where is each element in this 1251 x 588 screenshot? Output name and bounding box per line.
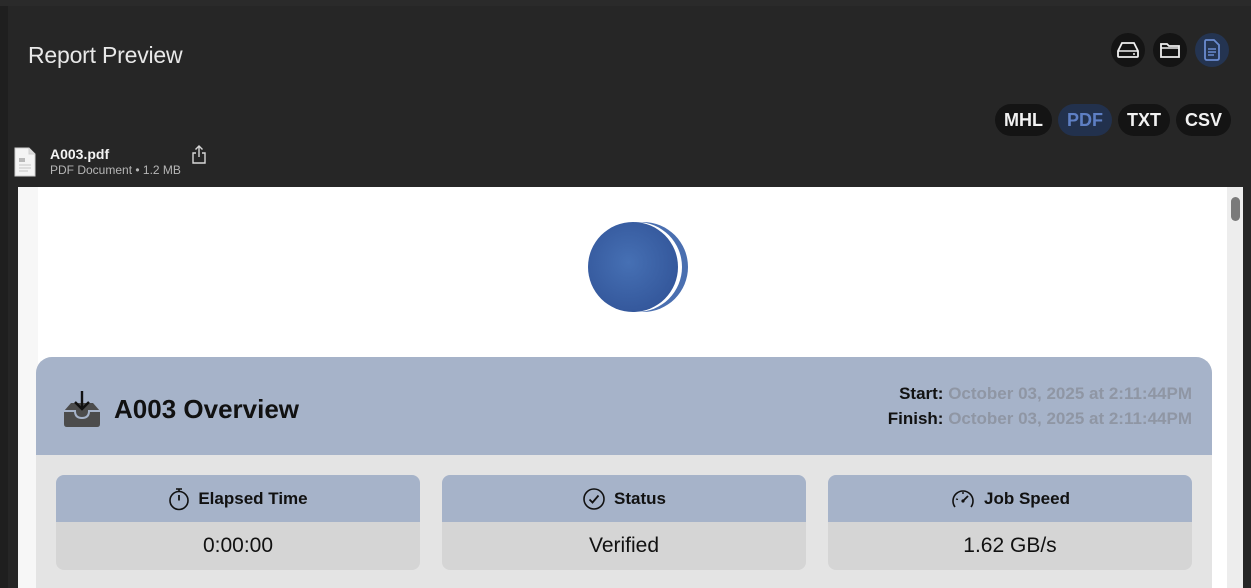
share-icon[interactable] <box>191 145 207 165</box>
file-name: A003.pdf <box>50 146 110 162</box>
job-speed-value: 1.62 GB/s <box>828 522 1192 570</box>
checkmark-circle-icon <box>583 487 605 510</box>
page-margin <box>18 187 38 588</box>
start-label: Start: <box>899 384 944 403</box>
document-view-button[interactable] <box>1195 33 1229 67</box>
job-speed-stat: Job Speed 1.62 GB/s <box>828 475 1192 570</box>
format-csv-button[interactable]: CSV <box>1175 104 1231 136</box>
status-value: Verified <box>442 522 806 570</box>
scrollbar-thumb[interactable] <box>1231 197 1240 221</box>
finish-value: October 03, 2025 at 2:11:44PM <box>948 409 1192 428</box>
document-icon <box>1204 39 1220 61</box>
folder-view-button[interactable] <box>1153 33 1187 67</box>
job-speed-label: Job Speed <box>984 488 1070 508</box>
format-selector: MHL PDF TXT CSV <box>994 104 1231 136</box>
format-txt-button[interactable]: TXT <box>1117 104 1170 136</box>
stats-row: Elapsed Time 0:00:00 Status Verified Job… <box>56 475 1192 570</box>
timestamps: Start: October 03, 2025 at 2:11:44PM Fin… <box>888 381 1192 431</box>
window-title: Report Preview <box>28 42 183 68</box>
overview-header: A003 Overview Start: October 03, 2025 at… <box>36 357 1212 455</box>
overview-title: A003 Overview <box>114 394 300 424</box>
drive-icon <box>1117 42 1139 58</box>
file-info: A003.pdf PDF Document • 1.2 MB <box>14 142 207 182</box>
view-button-group <box>1111 33 1229 67</box>
file-meta: PDF Document • 1.2 MB <box>50 163 181 177</box>
finish-label: Finish: <box>887 409 944 428</box>
elapsed-time-value: 0:00:00 <box>56 522 420 570</box>
format-pdf-button[interactable]: PDF <box>1057 104 1112 136</box>
elapsed-time-label: Elapsed Time <box>198 488 308 508</box>
speedometer-icon <box>952 489 974 507</box>
pdf-preview[interactable]: A003 Overview Start: October 03, 2025 at… <box>18 187 1227 588</box>
status-stat: Status Verified <box>442 475 806 570</box>
pdf-file-icon <box>14 147 36 177</box>
status-label: Status <box>614 488 666 508</box>
file-text: A003.pdf PDF Document • 1.2 MB <box>50 146 181 178</box>
tray-download-icon <box>64 391 100 427</box>
vertical-scrollbar[interactable] <box>1227 187 1243 588</box>
start-value: October 03, 2025 at 2:11:44PM <box>948 384 1192 403</box>
drive-view-button[interactable] <box>1111 33 1145 67</box>
overview-card: A003 Overview Start: October 03, 2025 at… <box>36 357 1212 588</box>
format-mhl-button[interactable]: MHL <box>994 104 1052 136</box>
app-logo <box>588 222 688 312</box>
stopwatch-icon <box>169 487 190 510</box>
folder-icon <box>1160 43 1180 58</box>
elapsed-time-stat: Elapsed Time 0:00:00 <box>56 475 420 570</box>
